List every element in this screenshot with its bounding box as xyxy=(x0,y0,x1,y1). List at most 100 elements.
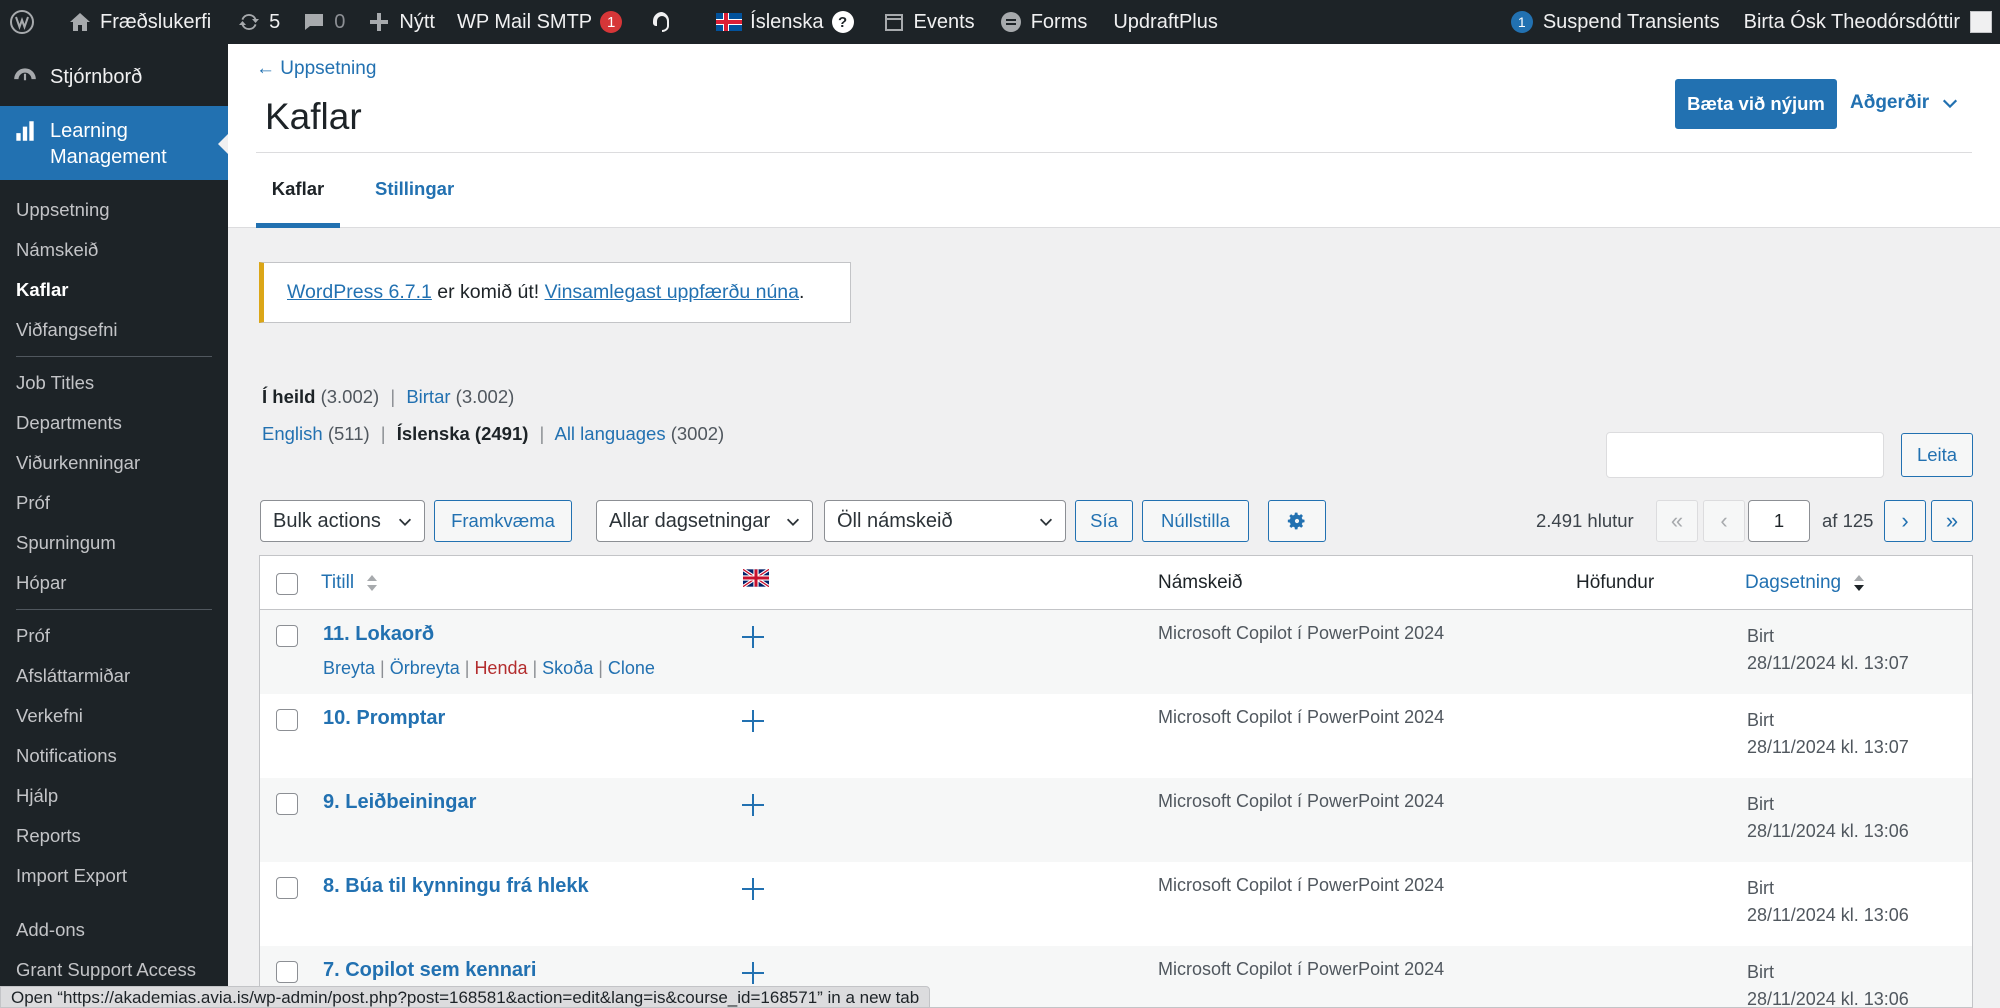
view-english-count: (511) xyxy=(327,423,370,444)
updates-menu[interactable]: 5 xyxy=(223,0,292,44)
wp-mail-smtp-menu[interactable]: WP Mail SMTP 1 xyxy=(447,0,634,44)
wordpress-version-link[interactable]: WordPress 6.7.1 xyxy=(287,281,432,304)
view-all-languages-link[interactable]: All languages xyxy=(554,423,665,444)
user-name: Birta Ósk Theodórsdóttir xyxy=(1743,10,1960,33)
submenu-item[interactable]: Add-ons xyxy=(0,910,228,950)
submenu-item[interactable]: Hjálp xyxy=(0,776,228,816)
wp-logo-menu[interactable] xyxy=(0,0,46,44)
submenu-item[interactable]: Viðurkenningar xyxy=(0,443,228,483)
submenu-item[interactable]: Import Export xyxy=(0,856,228,896)
last-page-button[interactable]: » xyxy=(1931,500,1973,542)
next-page-button[interactable]: › xyxy=(1884,500,1926,542)
view-published-link[interactable]: Birtar xyxy=(406,386,450,407)
comments-menu[interactable]: 0 xyxy=(292,0,357,44)
submenu-item[interactable]: Verkefni xyxy=(0,696,228,736)
search-input[interactable] xyxy=(1606,432,1884,478)
events-menu[interactable]: Events xyxy=(866,0,987,44)
submenu-item[interactable]: Afsláttarmiðar xyxy=(0,656,228,696)
actions-dropdown[interactable]: Aðgerðir xyxy=(1850,92,1959,114)
submenu-item[interactable]: Próf xyxy=(0,616,228,656)
quick-edit-link[interactable]: Örbreyta xyxy=(390,658,460,678)
add-translation-icon[interactable] xyxy=(740,792,766,818)
select-all-checkbox[interactable] xyxy=(276,573,298,595)
column-date-sortable[interactable]: Dagsetning xyxy=(1745,572,1866,594)
updraftplus-menu[interactable]: UpdraftPlus xyxy=(1099,0,1230,44)
sidebar-item-learning-management[interactable]: Learning Management xyxy=(0,106,228,180)
add-new-button[interactable]: Bæta við nýjum xyxy=(1675,79,1837,129)
submenu-item[interactable]: Job Titles xyxy=(0,363,228,403)
first-page-button[interactable]: « xyxy=(1656,500,1698,542)
submenu-item[interactable]: Próf xyxy=(0,483,228,523)
view-all-count: (3.002) xyxy=(320,386,380,407)
language-menu[interactable]: Íslenska ? xyxy=(686,0,865,44)
submenu-item[interactable]: Notifications xyxy=(0,736,228,776)
suspend-transients-menu[interactable]: 1 Suspend Transients xyxy=(1499,0,1732,44)
row-title-link[interactable]: 11. Lokaorð xyxy=(323,623,434,646)
search-button[interactable]: Leita xyxy=(1901,433,1973,477)
add-translation-icon[interactable] xyxy=(740,624,766,650)
row-title-link[interactable]: 8. Búa til kynningu frá hlekk xyxy=(323,875,589,898)
add-translation-icon[interactable] xyxy=(740,708,766,734)
submenu-item[interactable]: Viðfangsefni xyxy=(0,310,228,350)
row-date: Birt 28/11/2024 kl. 13:06 xyxy=(1747,791,1909,845)
forms-menu[interactable]: Forms xyxy=(987,0,1100,44)
help-icon[interactable]: ? xyxy=(831,11,854,33)
course-filter-select[interactable]: Öll námskeið xyxy=(824,500,1066,542)
prev-page-button[interactable]: ‹ xyxy=(1703,500,1745,542)
row-date: Birt 28/11/2024 kl. 13:07 xyxy=(1747,623,1909,677)
add-translation-icon[interactable] xyxy=(740,876,766,902)
row-date: Birt 28/11/2024 kl. 13:06 xyxy=(1747,959,1909,1007)
view-all-label[interactable]: Í heild xyxy=(262,386,315,407)
new-content-menu[interactable]: Nýtt xyxy=(357,0,447,44)
row-checkbox[interactable] xyxy=(276,625,298,647)
submenu-item[interactable]: Grant Support Access xyxy=(0,950,228,990)
tab-settings[interactable]: Stillingar xyxy=(375,178,454,200)
bulk-actions-select[interactable]: Bulk actions xyxy=(260,500,425,542)
row-checkbox[interactable] xyxy=(276,709,298,731)
gear-icon xyxy=(1287,512,1305,530)
view-icelandic-current[interactable]: Íslenska (2491) xyxy=(397,423,529,444)
separator: | xyxy=(598,658,603,678)
row-status: Birt xyxy=(1747,962,1774,982)
row-date-value: 28/11/2024 kl. 13:06 xyxy=(1747,905,1909,925)
row-title-link[interactable]: 7. Copilot sem kennari xyxy=(323,959,536,982)
site-name-menu[interactable]: Fræðslukerfi xyxy=(46,0,223,44)
settings-button[interactable] xyxy=(1268,500,1326,542)
view-english-link[interactable]: English xyxy=(262,423,323,444)
new-label: Nýtt xyxy=(399,10,435,33)
user-account-menu[interactable]: Birta Ósk Theodórsdóttir xyxy=(1732,0,2000,44)
reset-button[interactable]: Núllstilla xyxy=(1142,500,1249,542)
submenu-item[interactable]: Spurningum xyxy=(0,523,228,563)
filter-button[interactable]: Sía xyxy=(1075,500,1133,542)
separator: | xyxy=(539,423,545,444)
submenu-item[interactable]: Departments xyxy=(0,403,228,443)
row-checkbox[interactable] xyxy=(276,961,298,983)
row-title-link[interactable]: 10. Promptar xyxy=(323,707,445,730)
submenu-item[interactable]: Reports xyxy=(0,816,228,856)
support-menu[interactable] xyxy=(634,0,686,44)
bar-chart-icon xyxy=(12,118,38,144)
current-page-input[interactable]: 1 xyxy=(1748,500,1810,542)
submenu-item[interactable]: Hópar xyxy=(0,563,228,603)
submenu-item-current[interactable]: Kaflar xyxy=(0,270,228,310)
separator: | xyxy=(380,423,386,444)
tab-kaflar[interactable]: Kaflar xyxy=(256,178,340,228)
trash-link[interactable]: Henda xyxy=(474,658,527,678)
add-translation-icon[interactable] xyxy=(740,960,766,986)
column-title-sortable[interactable]: Titill xyxy=(321,572,379,594)
row-title-link[interactable]: 9. Leiðbeiningar xyxy=(323,791,476,814)
sidebar-item-dashboard[interactable]: Stjórnborð xyxy=(0,56,228,98)
submenu-item[interactable]: Uppsetning xyxy=(0,190,228,230)
back-link[interactable]: ← Uppsetning xyxy=(256,58,376,80)
date-filter-select[interactable]: Allar dagsetningar xyxy=(596,500,813,542)
menu-label-line2: Management xyxy=(50,146,167,168)
update-now-link[interactable]: Vinsamlegast uppfærðu núna xyxy=(545,281,799,304)
submenu-item[interactable]: Námskeið xyxy=(0,230,228,270)
row-checkbox[interactable] xyxy=(276,793,298,815)
view-link[interactable]: Skoða xyxy=(542,658,593,678)
apply-button[interactable]: Framkvæma xyxy=(434,500,572,542)
row-checkbox[interactable] xyxy=(276,877,298,899)
edit-link[interactable]: Breyta xyxy=(323,658,375,678)
refresh-icon xyxy=(237,10,261,34)
clone-link[interactable]: Clone xyxy=(608,658,655,678)
